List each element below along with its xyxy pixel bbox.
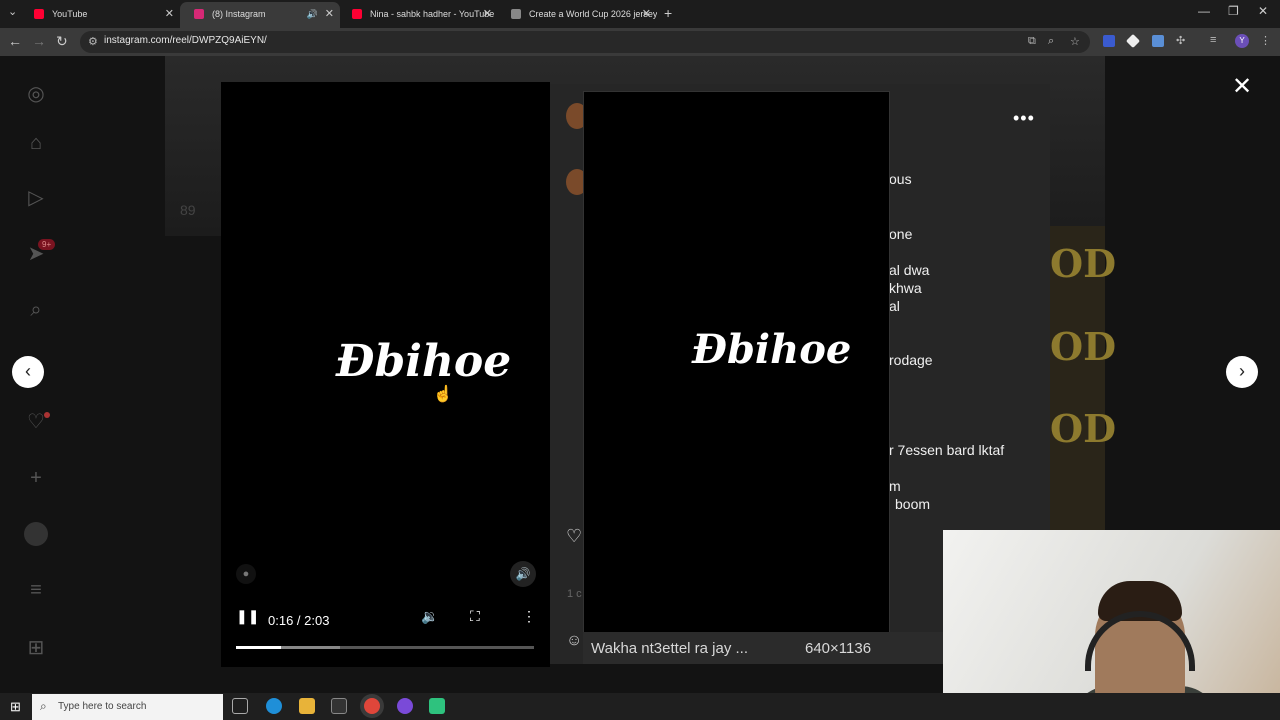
caption-line: ous xyxy=(889,171,912,187)
profile-avatar[interactable]: Y xyxy=(1235,34,1249,48)
new-tab-plus-icon[interactable]: + xyxy=(664,5,672,21)
volume-icon[interactable]: 🔉 xyxy=(421,608,438,625)
view-count: 89 xyxy=(180,202,196,218)
chrome-icon[interactable] xyxy=(364,698,380,714)
background-gold-text: OD xyxy=(1050,324,1117,369)
emoji-icon[interactable]: ☺ xyxy=(566,632,582,650)
browser-menu-icon[interactable]: ⋮ xyxy=(1260,34,1271,47)
store-icon[interactable] xyxy=(331,698,347,714)
notification-badge: 9+ xyxy=(38,239,56,250)
restore-icon[interactable]: ❐ xyxy=(1228,4,1239,18)
instagram-page: 89 OD OD OD ◎ ⌂ ▷ ➤ 9+ ⌕ ♡ + ≡ ⊞ ••• ous… xyxy=(0,56,1280,720)
hand-cursor-icon: ☝ xyxy=(433,386,453,403)
fullscreen-icon[interactable]: ⛶ xyxy=(470,608,480,625)
tab-instagram[interactable]: (8) Instagram 🔊 ✕ xyxy=(180,2,340,28)
screen: ⌄ YouTube ✕ (8) Instagram 🔊 ✕ Nina - sah… xyxy=(0,0,1280,720)
next-arrow-icon[interactable]: › xyxy=(1226,356,1258,388)
reels-icon[interactable]: ▷ xyxy=(24,186,48,210)
youtube-favicon-icon xyxy=(352,9,362,19)
caption-line: r 7essen bard lktaf xyxy=(889,442,1005,458)
video-more-options-icon[interactable]: ⋮ xyxy=(522,608,536,625)
reel-sound-icon[interactable]: 🔊 xyxy=(510,561,536,587)
caption-line: khwa xyxy=(889,280,922,296)
tab-youtube-nina[interactable]: Nina - sahbk hadher - YouTube ✕ xyxy=(338,2,498,28)
windows-start-icon[interactable]: ⊞ xyxy=(10,699,21,715)
site-info-icon[interactable]: ⚙ xyxy=(88,35,98,48)
tab-title: (8) Instagram xyxy=(212,9,266,19)
extension-diamond-icon[interactable] xyxy=(1125,33,1141,49)
preview-title: Wakha nt3ettel ra jay ... xyxy=(591,640,749,657)
caption-line: rodage xyxy=(889,352,933,368)
minimize-icon[interactable]: — xyxy=(1198,4,1210,18)
app-icon[interactable] xyxy=(397,698,413,714)
home-icon[interactable]: ⌂ xyxy=(24,131,48,155)
background-gold-text: OD xyxy=(1050,241,1117,286)
tab-title: Nina - sahbk hadher - YouTube xyxy=(370,9,495,19)
bookmark-star-icon[interactable]: ☆ xyxy=(1070,35,1080,48)
close-tab-icon[interactable]: ✕ xyxy=(642,2,651,26)
instagram-logo-icon[interactable]: ◎ xyxy=(24,82,48,106)
edge-icon[interactable] xyxy=(266,698,282,714)
windows-taskbar: ⊞ ⌕ Type here to search xyxy=(0,693,1280,720)
video-logo-text: Ɖbihoe xyxy=(336,336,512,387)
instagram-favicon-icon xyxy=(194,9,204,19)
likes-meta: 1 c xyxy=(567,588,582,600)
video-progress-bar[interactable] xyxy=(236,646,534,649)
caption-line: one xyxy=(889,226,913,242)
address-bar-row: ← → ↻ ⚙ instagram.com/reel/DWPZQ9AiEYN/ … xyxy=(0,28,1280,56)
url-bar[interactable]: ⚙ instagram.com/reel/DWPZQ9AiEYN/ ⧉ ⌕ ☆ xyxy=(80,31,1090,53)
progress-played xyxy=(236,646,281,649)
app-icon[interactable] xyxy=(429,698,445,714)
translate-extension-icon[interactable] xyxy=(1103,35,1115,47)
media-control-icon[interactable]: ≡ xyxy=(1210,34,1216,46)
tab-title: YouTube xyxy=(52,9,88,19)
tab-title: Create a World Cup 2026 jersey xyxy=(529,9,657,19)
close-tab-icon[interactable]: ✕ xyxy=(325,2,334,26)
tagged-user-icon[interactable]: ● xyxy=(236,564,256,584)
close-window-icon[interactable]: ✕ xyxy=(1258,4,1268,18)
url-text[interactable]: instagram.com/reel/DWPZQ9AiEYN/ xyxy=(104,35,267,46)
taskbar-search-placeholder: Type here to search xyxy=(58,701,147,712)
extensions-puzzle-icon[interactable]: ✣ xyxy=(1176,34,1185,47)
install-app-icon[interactable]: ⧉ xyxy=(1028,35,1036,48)
search-icon[interactable]: ⌕ xyxy=(24,298,48,322)
profile-avatar-icon[interactable] xyxy=(24,522,48,546)
more-menu-icon[interactable]: ≡ xyxy=(24,578,48,602)
tab-world-cup-jersey[interactable]: Create a World Cup 2026 jersey ✕ xyxy=(497,2,657,28)
video-timecode: 0:16 / 2:03 xyxy=(268,613,330,628)
zoom-icon[interactable]: ⌕ xyxy=(1048,35,1054,48)
close-tab-icon[interactable]: ✕ xyxy=(165,2,174,26)
notification-dot xyxy=(44,412,50,418)
reload-icon[interactable]: ↻ xyxy=(56,33,68,49)
forward-arrow-icon[interactable]: → xyxy=(32,33,46,49)
previous-arrow-icon[interactable]: ‹ xyxy=(12,356,44,388)
youtube-favicon-icon xyxy=(34,9,44,19)
taskbar-search-box[interactable]: ⌕ Type here to search xyxy=(32,694,223,720)
preview-dimensions: 640×1136 xyxy=(805,640,872,657)
create-plus-icon[interactable]: + xyxy=(24,466,48,490)
close-icon[interactable]: ✕ xyxy=(1232,72,1252,101)
more-options-icon[interactable]: ••• xyxy=(1013,108,1035,129)
caption-line: al xyxy=(889,298,900,314)
apps-grid-icon[interactable]: ⊞ xyxy=(24,636,48,660)
search-icon: ⌕ xyxy=(40,699,47,713)
file-explorer-icon[interactable] xyxy=(299,698,315,714)
caption-line: al dwa xyxy=(889,262,930,278)
browser-tab-bar: ⌄ YouTube ✕ (8) Instagram 🔊 ✕ Nina - sah… xyxy=(0,0,1280,28)
back-arrow-icon[interactable]: ← xyxy=(8,33,22,49)
background-gold-text: OD xyxy=(1050,406,1117,451)
tab-youtube[interactable]: YouTube ✕ xyxy=(20,2,180,28)
caption-line: m xyxy=(889,478,901,494)
page-favicon-icon xyxy=(511,9,521,19)
caption-line: boom xyxy=(895,496,931,512)
extension-icon[interactable] xyxy=(1152,35,1164,47)
task-view-icon[interactable] xyxy=(232,698,248,714)
tab-audio-icon[interactable]: 🔊 xyxy=(307,2,318,26)
tab-search-chevron-icon[interactable]: ⌄ xyxy=(8,4,17,20)
preview-logo-text: Ɖbihoe xyxy=(692,326,852,373)
close-tab-icon[interactable]: ✕ xyxy=(483,2,492,26)
like-heart-icon[interactable]: ♡ xyxy=(566,526,582,547)
pause-icon[interactable]: ❚❚ xyxy=(236,608,259,625)
